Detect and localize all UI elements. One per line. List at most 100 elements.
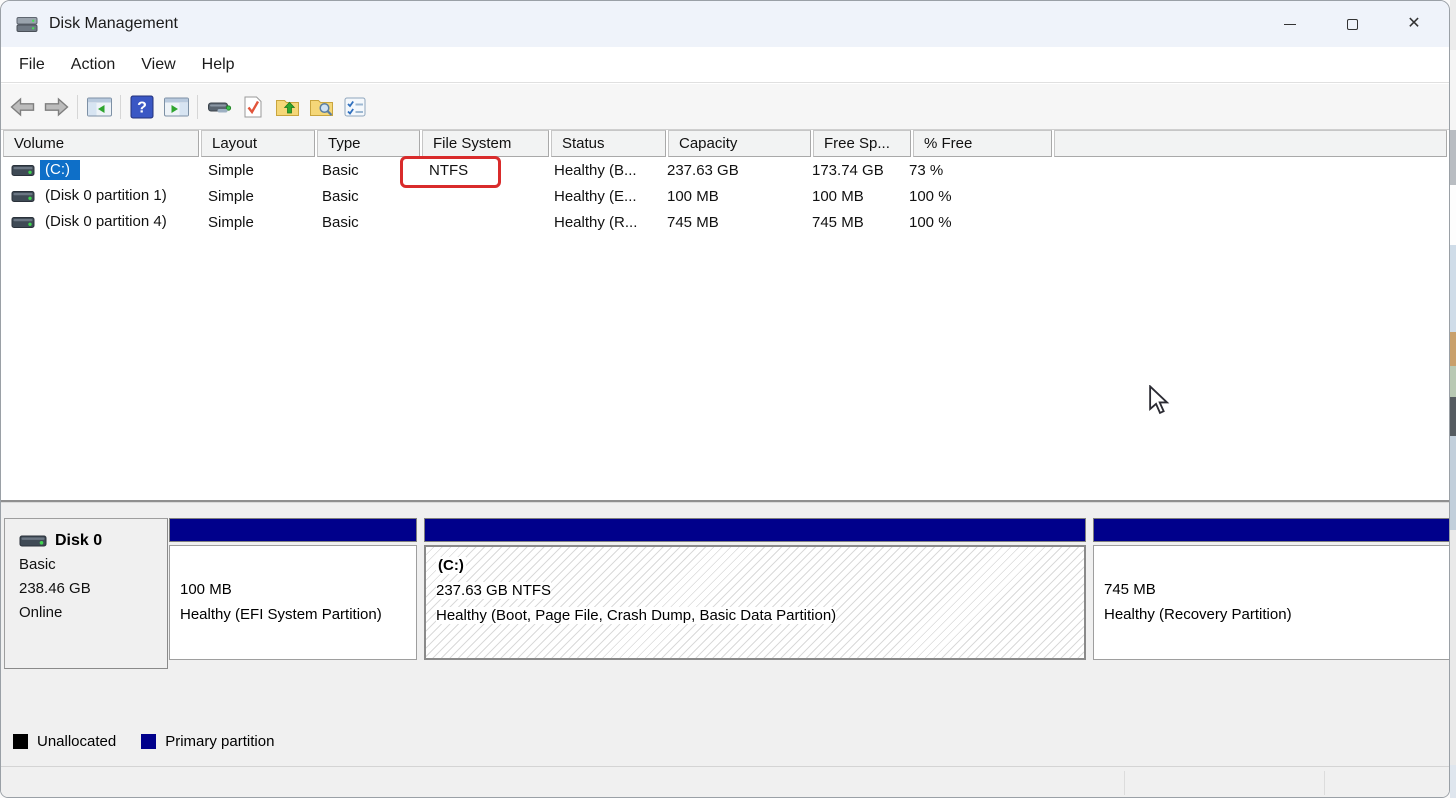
volume-drive-icon [11,216,35,228]
checklist-button[interactable] [338,90,372,124]
maximize-icon [1346,18,1358,30]
legend-item-unallocated: Unallocated [13,733,116,750]
layout-cell: Simple [208,161,254,179]
disk-drive-icon [19,535,47,547]
disk-type: Basic [19,556,56,573]
partition-body: (C:) 237.63 GB NTFS Healthy (Boot, Page … [424,545,1086,660]
toolbar-separator [197,94,198,119]
disk-tool-icon [207,102,231,112]
volume-list-pane: Volume Layout Type File System Status Ca… [1,130,1449,499]
volume-name: (Disk 0 partition 4) [45,213,167,230]
partition-recovery[interactable]: 745 MB Healthy (Recovery Partition) [1093,518,1449,660]
disk-tool-button[interactable] [202,90,236,124]
partition-header-bar [424,518,1086,542]
close-button[interactable]: ✕ [1383,1,1445,47]
volume-drive-icon [11,164,35,176]
free-space-cell: 173.74 GB [812,161,884,179]
menu-view[interactable]: View [141,56,175,74]
legend-label: Primary partition [165,733,275,750]
menu-action[interactable]: Action [71,56,115,74]
window-controls: ✕ [1259,1,1445,47]
minimize-button[interactable] [1259,1,1321,47]
volume-cell: (C:) [3,160,199,180]
column-header-capacity[interactable]: Capacity [668,130,811,157]
checklist-icon [344,97,366,116]
screenshot-stage: Disk Management ✕ File Action View Help [0,0,1456,798]
folder-search-button[interactable] [304,90,338,124]
help-icon: ? [130,95,154,118]
column-header-free-space[interactable]: Free Sp... [813,130,911,157]
help-button[interactable]: ? [125,90,159,124]
pct-free-cell: 73 % [909,161,944,179]
window-title: Disk Management [49,15,178,32]
column-header-filler [1054,130,1447,157]
forward-button[interactable] [39,90,73,124]
maximize-button[interactable] [1321,1,1383,47]
status-bar-separator [1124,771,1125,795]
svg-text:?: ? [137,99,147,116]
disk-management-window: Disk Management ✕ File Action View Help [0,0,1450,798]
volume-list-header: Volume Layout Type File System Status Ca… [3,130,1447,157]
folder-up-button[interactable] [270,90,304,124]
volume-drive-icon [11,190,35,202]
title-bar: Disk Management ✕ [1,1,1449,47]
background-window-sliver [1450,0,1456,798]
volume-cell: (Disk 0 partition 4) [3,212,199,232]
layout-cell: Simple [208,213,254,231]
back-arrow-icon [9,96,34,117]
disk-size: 238.46 GB [19,580,91,597]
disk-status: Online [19,604,63,621]
column-header-layout[interactable]: Layout [201,130,315,157]
minimize-icon [1284,23,1296,25]
volume-row-partition-4[interactable]: (Disk 0 partition 4) Simple Basic Health… [3,209,1447,235]
volume-row-partition-1[interactable]: (Disk 0 partition 1) Simple Basic Health… [3,183,1447,209]
menu-file[interactable]: File [19,56,45,74]
type-cell: Basic [322,161,359,179]
partition-body: 745 MB Healthy (Recovery Partition) [1093,545,1449,660]
folder-up-icon [275,99,299,116]
partition-status: Healthy (Boot, Page File, Crash Dump, Ba… [436,607,837,624]
status-cell: Healthy (R... [554,213,638,231]
column-header-volume[interactable]: Volume [3,130,199,157]
partition-efi[interactable]: 100 MB Healthy (EFI System Partition) [169,518,417,660]
legend-label: Unallocated [37,733,117,750]
column-header-type[interactable]: Type [317,130,420,157]
check-document-icon [244,96,262,117]
disk-management-app-icon [16,15,38,34]
partition-c[interactable]: (C:) 237.63 GB NTFS Healthy (Boot, Page … [424,518,1086,660]
capacity-cell: 100 MB [667,187,719,205]
unallocated-swatch [13,734,28,749]
folder-search-icon [309,99,333,116]
partition-header-bar [169,518,417,542]
show-action-pane-button[interactable] [159,90,193,124]
toolbar-separator [120,94,121,119]
disk-name: Disk 0 [55,532,103,549]
close-icon: ✕ [1407,15,1421,32]
action-pane-icon [163,97,189,116]
status-bar-separator [1324,771,1325,795]
partition-body: 100 MB Healthy (EFI System Partition) [169,545,417,660]
volume-row-c[interactable]: (C:) Simple Basic NTFS Healthy (B... 237… [3,157,1447,183]
back-button[interactable] [5,90,39,124]
status-cell: Healthy (B... [554,161,637,179]
column-header-pct-free[interactable]: % Free [913,130,1052,157]
partition-name [180,556,184,573]
partition-status: Healthy (Recovery Partition) [1104,606,1292,623]
capacity-cell: 745 MB [667,213,719,231]
show-console-tree-button[interactable] [82,90,116,124]
legend: Unallocated Primary partition [13,733,274,750]
check-document-button[interactable] [236,90,270,124]
primary-partition-swatch [141,734,157,749]
partition-status: Healthy (EFI System Partition) [180,606,382,623]
free-space-cell: 745 MB [812,213,864,231]
toolbar: ? [1,84,1449,130]
disk-0-info-box[interactable]: Disk 0 Basic 238.46 GB Online [4,518,168,669]
menu-help[interactable]: Help [202,56,235,74]
partition-size: 745 MB [1104,581,1156,598]
column-header-status[interactable]: Status [551,130,666,157]
partition-header-bar [1093,518,1449,542]
menu-bar: File Action View Help [1,47,1449,83]
status-bar [1,766,1449,797]
column-header-file-system[interactable]: File System [422,130,549,157]
type-cell: Basic [322,213,359,231]
